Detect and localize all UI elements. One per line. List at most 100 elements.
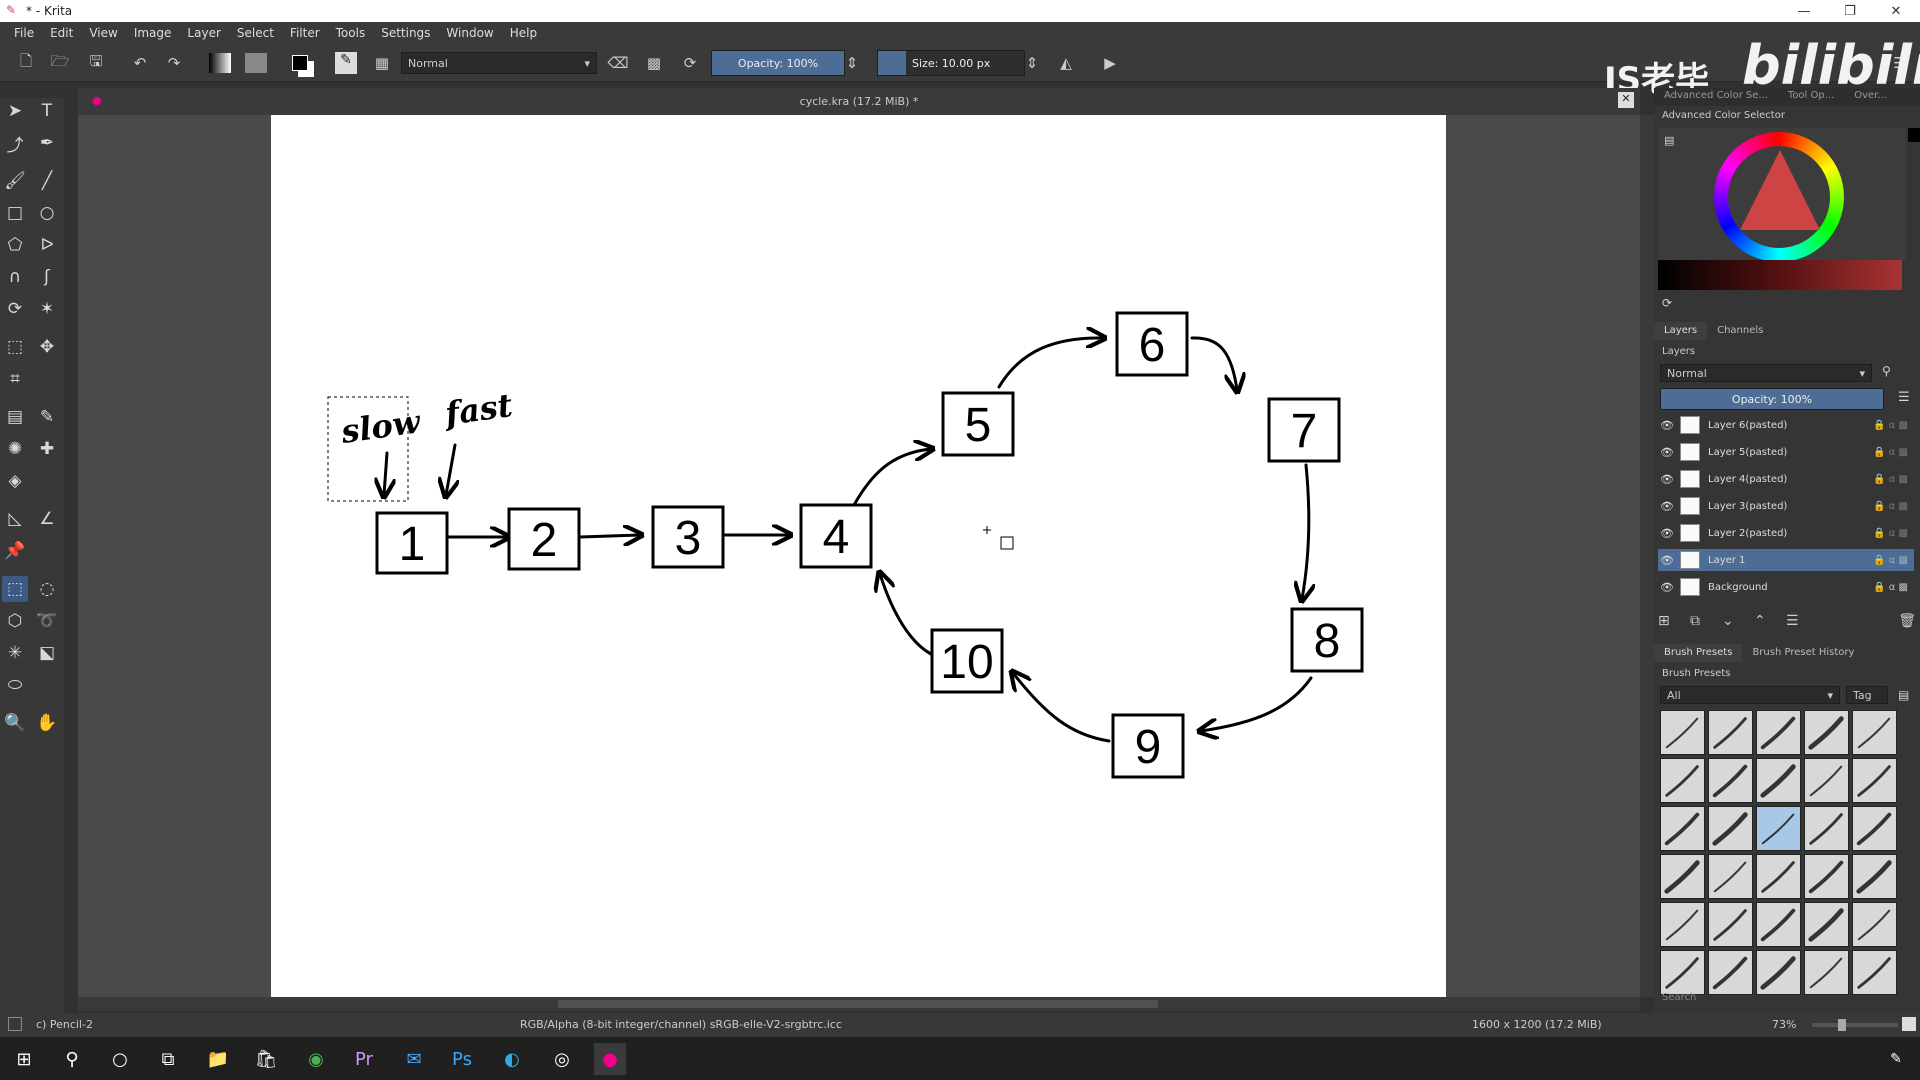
menu-layer[interactable]: Layer xyxy=(179,26,228,40)
menu-tools[interactable]: Tools xyxy=(328,26,374,40)
menu-help[interactable]: Help xyxy=(502,26,545,40)
gradient-swatch-icon[interactable] xyxy=(208,52,232,74)
tab-brush-history[interactable]: Brush Preset History xyxy=(1742,644,1864,662)
brush-filter-select[interactable]: All ▾ xyxy=(1660,686,1840,704)
brush-settings-icon[interactable]: ▦ xyxy=(370,52,394,74)
opacity-spin-icon[interactable]: ⇕ xyxy=(846,52,859,74)
brush-preset-tile[interactable] xyxy=(1708,710,1753,755)
layer-opacity-slider[interactable]: Opacity: 100% xyxy=(1660,388,1884,410)
visibility-eye-icon[interactable]: 👁 xyxy=(1658,554,1676,567)
chrome-icon[interactable]: ◉ xyxy=(300,1043,332,1075)
mirror-vertical-icon[interactable]: ▶ xyxy=(1098,52,1122,74)
color-selector-settings-icon[interactable]: ▤ xyxy=(1664,134,1674,147)
layer-settings-icon[interactable]: ☰ xyxy=(1786,613,1818,629)
brush-view-options-icon[interactable]: ▤ xyxy=(1898,688,1909,702)
bezier-selection-tool-icon[interactable]: ⬭ xyxy=(2,672,28,698)
open-document-icon[interactable]: 🗁 xyxy=(48,52,72,74)
layer-row[interactable]: 👁 Layer 6(pasted) 🔒 α ▩ xyxy=(1658,414,1914,436)
search-icon[interactable]: ⚲ xyxy=(56,1043,88,1075)
menu-file[interactable]: File xyxy=(6,26,42,40)
transform-tool-icon[interactable]: ⬚ xyxy=(2,334,28,360)
move-tool-icon[interactable]: ✥ xyxy=(34,334,60,360)
color-selector-panel[interactable]: ▤ xyxy=(1658,128,1920,262)
layer-row[interactable]: 👁 Layer 4(pasted) 🔒 α ▩ xyxy=(1658,468,1914,490)
task-view-icon[interactable]: ⧉ xyxy=(152,1043,184,1075)
opacity-slider[interactable]: Opacity: 100% xyxy=(711,50,845,76)
eraser-mode-icon[interactable]: ⌫ xyxy=(606,52,630,74)
brush-preset-tile[interactable] xyxy=(1756,806,1801,851)
line-tool-icon[interactable]: ╱ xyxy=(34,168,60,194)
file-explorer-icon[interactable]: 📁 xyxy=(202,1043,234,1075)
layer-row[interactable]: 👁 Layer 3(pasted) 🔒 α ▩ xyxy=(1658,495,1914,517)
duplicate-layer-icon[interactable]: ⧉ xyxy=(1690,613,1722,629)
layer-lock-icon[interactable]: 🔒 α ▩ xyxy=(1873,447,1908,458)
brush-preset-tile[interactable] xyxy=(1804,758,1849,803)
brush-preset-tile[interactable] xyxy=(1756,902,1801,947)
fill-tool-icon[interactable]: ◈ xyxy=(2,468,28,494)
tab-advanced-color[interactable]: Advanced Color Se... xyxy=(1654,88,1778,106)
reload-preset-icon[interactable]: ⟳ xyxy=(678,52,702,74)
brush-preset-tile[interactable] xyxy=(1708,758,1753,803)
blend-mode-select[interactable]: Normal ▾ xyxy=(401,52,597,74)
visibility-eye-icon[interactable]: 👁 xyxy=(1658,473,1676,486)
brush-preset-tile[interactable] xyxy=(1852,950,1897,995)
layer-row-background[interactable]: 👁 Background 🔒 α ▩ xyxy=(1658,576,1914,598)
brush-preset-tile[interactable] xyxy=(1756,854,1801,899)
polyline-tool-icon[interactable]: ᐅ xyxy=(34,232,60,258)
photoshop-icon[interactable]: Ps xyxy=(446,1043,478,1075)
rectangle-tool-icon[interactable]: □ xyxy=(2,200,28,226)
visibility-eye-icon[interactable]: 👁 xyxy=(1658,527,1676,540)
freehand-selection-tool-icon[interactable]: ➰ xyxy=(34,608,60,634)
menu-filter[interactable]: Filter xyxy=(282,26,328,40)
elliptical-selection-tool-icon[interactable]: ◌ xyxy=(34,576,60,602)
gradient-tool-icon[interactable]: ▤ xyxy=(2,404,28,430)
saturation-triangle[interactable] xyxy=(1740,150,1820,230)
menu-image[interactable]: Image xyxy=(126,26,180,40)
layer-lock-icon[interactable]: 🔒 α ▩ xyxy=(1873,501,1908,512)
edge-icon[interactable]: ◐ xyxy=(496,1043,528,1075)
contiguous-selection-tool-icon[interactable]: ✳ xyxy=(2,640,28,666)
similar-color-selection-tool-icon[interactable]: ⬕ xyxy=(34,640,60,666)
pattern-swatch-icon[interactable] xyxy=(244,52,268,74)
tab-channels[interactable]: Channels xyxy=(1707,322,1773,340)
reference-tool-icon[interactable]: 📌 xyxy=(2,538,28,564)
menu-view[interactable]: View xyxy=(81,26,125,40)
bezier-tool-icon[interactable]: ∩ xyxy=(2,264,28,290)
brush-preset-tile[interactable] xyxy=(1660,806,1705,851)
brush-preset-tile[interactable] xyxy=(1660,710,1705,755)
cortana-icon[interactable]: ○ xyxy=(104,1043,136,1075)
brush-preset-tile[interactable] xyxy=(1852,854,1897,899)
current-color-swatch[interactable] xyxy=(1908,128,1920,142)
layer-properties-icon[interactable]: ☰ xyxy=(1898,390,1910,405)
tab-tool-options[interactable]: Tool Op... xyxy=(1778,88,1844,106)
brush-preset-tile[interactable] xyxy=(1660,854,1705,899)
brush-preset-tile[interactable] xyxy=(1852,806,1897,851)
brush-preset-tile[interactable] xyxy=(1756,950,1801,995)
crop-tool-icon[interactable]: ⌗ xyxy=(2,366,28,392)
brush-preset-tile[interactable] xyxy=(1804,806,1849,851)
horizontal-scrollbar-thumb[interactable] xyxy=(558,1000,1158,1008)
mirror-horizontal-icon[interactable]: ◭ xyxy=(1054,52,1078,74)
layer-blend-select[interactable]: Normal ▾ xyxy=(1660,364,1872,382)
brush-tag-select[interactable]: Tag xyxy=(1846,686,1888,704)
visibility-eye-icon[interactable]: 👁 xyxy=(1658,581,1676,594)
brush-preset-tile[interactable] xyxy=(1708,806,1753,851)
pen-workspace-icon[interactable]: ✎ xyxy=(1880,1043,1912,1075)
brush-preset-tile[interactable] xyxy=(1804,902,1849,947)
visibility-eye-icon[interactable]: 👁 xyxy=(1658,446,1676,459)
visibility-eye-icon[interactable]: 👁 xyxy=(1658,419,1676,432)
brush-preset-tile[interactable] xyxy=(1852,758,1897,803)
brush-preset-icon[interactable]: ✎ xyxy=(334,52,358,74)
hue-ring[interactable] xyxy=(1714,132,1844,262)
brush-preset-tile[interactable] xyxy=(1708,902,1753,947)
brush-preset-tile[interactable] xyxy=(1708,854,1753,899)
brush-preset-tile[interactable] xyxy=(1804,710,1849,755)
krita-taskbar-icon[interactable]: ● xyxy=(594,1043,626,1075)
polygon-tool-icon[interactable]: ⬠ xyxy=(2,232,28,258)
brush-preset-tile[interactable] xyxy=(1804,854,1849,899)
save-icon[interactable]: 🖫 xyxy=(84,52,108,74)
smart-patch-tool-icon[interactable]: ✚ xyxy=(34,436,60,462)
rectangular-selection-tool-icon[interactable]: ⬚ xyxy=(2,576,28,602)
menu-select[interactable]: Select xyxy=(229,26,282,40)
new-document-icon[interactable]: 🗋 xyxy=(14,52,38,74)
